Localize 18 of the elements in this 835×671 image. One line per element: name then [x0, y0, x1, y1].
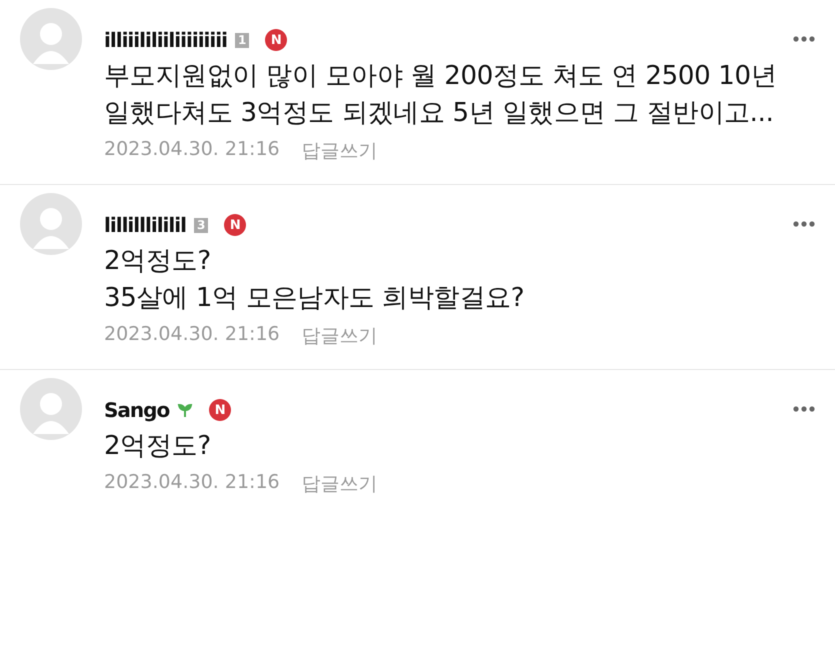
sprout-icon	[177, 402, 194, 418]
more-icon[interactable]	[793, 406, 815, 412]
author-name[interactable]: lillilllililil	[104, 213, 186, 237]
more-icon[interactable]	[793, 36, 815, 42]
author-name[interactable]: Sango	[104, 398, 170, 422]
more-icon[interactable]	[793, 221, 815, 227]
comment-text: 2억정도? 35살에 1억 모은남자도 희박할걸요?	[104, 245, 526, 315]
comment-date: 2023.04.30. 21:16	[104, 323, 280, 347]
comment-date: 2023.04.30. 21:16	[104, 138, 280, 162]
level-badge: 1	[234, 32, 250, 48]
new-badge: N	[265, 29, 288, 51]
level-badge: 3	[194, 218, 208, 232]
author-name[interactable]: illiiililiiliiiiiiiii	[104, 28, 227, 52]
comment-date: 2023.04.30. 21:16	[104, 471, 280, 495]
new-badge: N	[224, 214, 246, 236]
comment-text: 2억정도?	[104, 430, 212, 463]
comment-text: 부모지원없이 많이 모아야 월 200정도 쳐도 연 2500 10년 일했다쳐도 3억정도 되겠네요 5년 일했으면 그 절반이고...	[104, 60, 778, 130]
new-badge: N	[209, 399, 232, 421]
